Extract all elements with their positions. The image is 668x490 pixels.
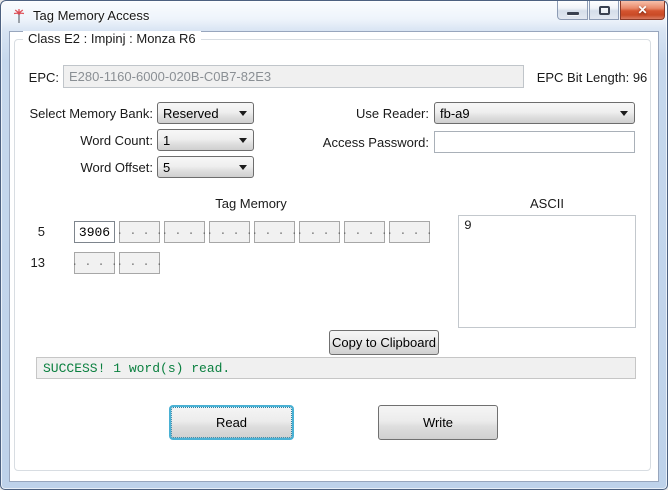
rfid-antenna-icon <box>11 8 27 24</box>
word-offset-row-label: 5 <box>5 224 45 239</box>
memory-word-cell: . . . . <box>209 221 250 243</box>
epc-bit-length-label: EPC Bit Length: 96 <box>529 70 655 85</box>
read-button[interactable]: Read <box>169 405 294 440</box>
epc-field <box>63 65 524 88</box>
memory-word-cell: . . . . <box>299 221 340 243</box>
minimize-button[interactable] <box>557 1 588 20</box>
close-icon: ✕ <box>637 4 647 16</box>
memory-word-cell: . . . . <box>74 252 115 274</box>
word-offset-row-label: 13 <box>5 255 45 270</box>
memory-word-cell: . . . . <box>344 221 385 243</box>
epc-label: EPC: <box>21 70 59 85</box>
tag-memory-title: Tag Memory <box>61 196 441 211</box>
use-reader-label: Use Reader: <box>301 106 429 121</box>
tag-memory-access-window: Tag Memory Access ✕ Class E2 : Impinj : … <box>0 0 668 490</box>
focus-ring: Read <box>171 407 292 438</box>
access-password-label: Access Password: <box>301 135 429 150</box>
close-button[interactable]: ✕ <box>620 1 665 20</box>
ascii-output[interactable]: 9 <box>458 215 636 328</box>
write-button[interactable]: Write <box>378 405 498 440</box>
word-count-value: 1 <box>163 133 170 148</box>
access-password-field[interactable] <box>434 131 635 153</box>
maximize-icon <box>599 6 610 15</box>
status-message: SUCCESS! 1 word(s) read. <box>36 357 636 379</box>
chevron-down-icon <box>239 165 247 170</box>
use-reader-select[interactable]: fb-a9 <box>434 102 635 124</box>
window-title: Tag Memory Access <box>33 8 149 23</box>
memory-word-cell: . . . . <box>164 221 205 243</box>
word-count-label: Word Count: <box>21 133 153 148</box>
word-offset-value: 5 <box>163 160 170 175</box>
minimize-icon <box>567 12 579 15</box>
tag-class-title: Class E2 : Impinj : Monza R6 <box>23 31 201 46</box>
maximize-button[interactable] <box>589 1 619 20</box>
memory-word-cell: . . . . <box>389 221 430 243</box>
word-count-select[interactable]: 1 <box>157 129 254 151</box>
memory-word-cell: . . . . <box>254 221 295 243</box>
use-reader-value: fb-a9 <box>440 106 470 121</box>
word-offset-select[interactable]: 5 <box>157 156 254 178</box>
chevron-down-icon <box>239 138 247 143</box>
ascii-title: ASCII <box>458 196 636 211</box>
chevron-down-icon <box>239 111 247 116</box>
memory-bank-select[interactable]: Reserved <box>157 102 254 124</box>
memory-bank-label: Select Memory Bank: <box>21 106 153 121</box>
memory-word-cell: . . . . <box>119 252 160 274</box>
copy-to-clipboard-button[interactable]: Copy to Clipboard <box>329 330 439 355</box>
memory-bank-value: Reserved <box>163 106 219 121</box>
memory-word-cell: . . . . <box>119 221 160 243</box>
chevron-down-icon <box>620 111 628 116</box>
memory-word-cell[interactable]: 3906 <box>74 221 115 243</box>
word-offset-label: Word Offset: <box>21 160 153 175</box>
read-button-label: Read <box>216 415 247 430</box>
